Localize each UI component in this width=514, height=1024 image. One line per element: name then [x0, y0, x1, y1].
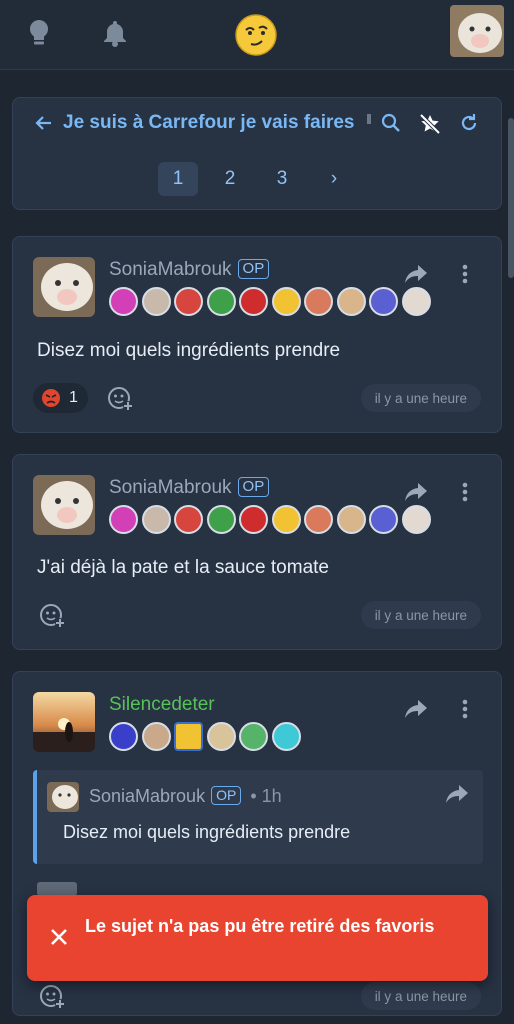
quote-text: Disez moi quels ingrédients prendre — [63, 822, 351, 842]
badge[interactable] — [336, 505, 366, 534]
share-icon[interactable] — [401, 696, 431, 722]
avatar[interactable] — [47, 782, 79, 812]
avatar[interactable] — [33, 475, 95, 535]
badge[interactable] — [141, 287, 171, 316]
emoji-logo-icon[interactable] — [234, 13, 278, 57]
badge[interactable] — [271, 287, 301, 316]
badge[interactable] — [369, 505, 398, 534]
badge[interactable] — [304, 505, 333, 534]
badge[interactable] — [336, 287, 366, 316]
badge[interactable] — [174, 722, 203, 751]
more-options-icon[interactable] — [455, 261, 475, 287]
more-options-icon[interactable] — [455, 479, 475, 505]
avatar[interactable] — [33, 257, 95, 317]
add-reaction-icon[interactable] — [37, 981, 67, 1011]
topic-header: Je suis à Carrefour je vais faires 1 2 3… — [12, 97, 502, 210]
top-bar — [0, 0, 514, 70]
post-username[interactable]: Silencedeter — [109, 694, 215, 716]
badge[interactable] — [401, 287, 431, 316]
username-text[interactable]: SoniaMabrouk — [89, 786, 205, 806]
badge[interactable] — [109, 287, 138, 316]
close-icon[interactable] — [49, 927, 71, 949]
pagination: 1 2 3 › — [158, 162, 354, 196]
avatar[interactable] — [33, 692, 95, 752]
quote-username[interactable]: SoniaMabrouk OP • 1h — [89, 786, 282, 807]
badge[interactable] — [206, 722, 236, 751]
badge[interactable] — [109, 722, 138, 751]
badge-list — [109, 505, 431, 534]
lightbulb-icon[interactable] — [22, 16, 56, 50]
reaction-chip[interactable]: 1 — [33, 383, 88, 413]
user-avatar[interactable] — [450, 5, 504, 57]
bell-icon[interactable] — [98, 16, 132, 50]
more-options-icon[interactable] — [455, 696, 475, 722]
page-3-button[interactable]: 3 — [262, 162, 302, 196]
badge[interactable] — [174, 287, 203, 316]
badge[interactable] — [174, 505, 203, 534]
badge[interactable] — [401, 505, 431, 534]
toast-message: Le sujet n'a pas pu être retiré des favo… — [85, 916, 435, 936]
back-arrow-icon[interactable] — [35, 114, 55, 134]
badge[interactable] — [206, 505, 236, 534]
search-icon[interactable] — [381, 113, 403, 135]
obscured-post-text — [37, 882, 77, 896]
page-1-button[interactable]: 1 — [158, 162, 198, 196]
badge[interactable] — [109, 505, 138, 534]
post-card: SoniaMabrouk OP Disez moi quels ingrédien… — [12, 236, 502, 433]
share-icon[interactable] — [445, 784, 469, 809]
op-badge: OP — [237, 477, 270, 497]
badge[interactable] — [239, 505, 268, 534]
page-2-button[interactable]: 2 — [210, 162, 250, 196]
badge[interactable] — [141, 505, 171, 534]
quoted-message[interactable]: SoniaMabrouk OP • 1h Disez moi quels ingr… — [33, 770, 483, 864]
badge-list — [109, 287, 431, 316]
badge[interactable] — [271, 505, 301, 534]
username-text[interactable]: SoniaMabrouk — [109, 259, 232, 280]
quote-time: • 1h — [250, 786, 282, 806]
post-text: J'ai déjà la pate et la sauce tomate — [37, 557, 329, 578]
op-badge: OP — [211, 786, 242, 805]
angry-emoji-icon — [42, 389, 60, 407]
share-icon[interactable] — [401, 261, 431, 287]
post-card: SoniaMabrouk OP J'ai déjà la pate et la s… — [12, 454, 502, 650]
badge[interactable] — [239, 287, 268, 316]
badge[interactable] — [271, 722, 301, 751]
scrollbar[interactable] — [508, 118, 514, 278]
post-timestamp[interactable]: il y a une heure — [360, 601, 481, 629]
error-toast[interactable]: Le sujet n'a pas pu être retiré des favo… — [27, 895, 488, 981]
next-page-button[interactable]: › — [314, 162, 354, 196]
reaction-count: 1 — [69, 389, 78, 406]
add-reaction-icon[interactable] — [37, 600, 67, 630]
post-username[interactable]: SoniaMabrouk OP — [109, 477, 270, 499]
post-timestamp[interactable]: il y a une heure — [360, 982, 481, 1010]
badge[interactable] — [141, 722, 171, 751]
username-text[interactable]: SoniaMabrouk — [109, 477, 232, 498]
badge[interactable] — [206, 287, 236, 316]
add-reaction-icon[interactable] — [105, 383, 135, 413]
share-icon[interactable] — [401, 479, 431, 505]
post-timestamp[interactable]: il y a une heure — [360, 384, 481, 412]
unstar-icon[interactable] — [418, 112, 442, 136]
post-text: Disez moi quels ingrédients prendre — [37, 340, 341, 361]
post-username[interactable]: SoniaMabrouk OP — [109, 259, 270, 281]
badge[interactable] — [239, 722, 268, 751]
title-overflow-marker — [367, 114, 371, 124]
topic-title[interactable]: Je suis à Carrefour je vais faires — [63, 112, 367, 134]
refresh-icon[interactable] — [459, 113, 481, 135]
badge-list — [109, 722, 301, 751]
badge[interactable] — [369, 287, 398, 316]
op-badge: OP — [237, 259, 270, 279]
badge[interactable] — [304, 287, 333, 316]
